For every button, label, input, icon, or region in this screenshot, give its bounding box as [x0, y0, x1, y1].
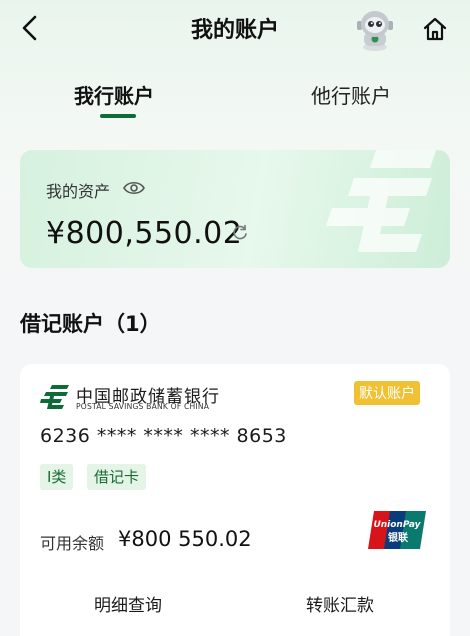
my-assets-label: 我的资产 [46, 182, 111, 201]
postal-logo-watermark-icon [326, 150, 436, 252]
home-button[interactable] [418, 12, 452, 46]
robot-assistant-icon [357, 11, 393, 51]
total-assets-amount: ¥800,550.02 [46, 216, 243, 251]
svg-text:银联: 银联 [388, 531, 408, 544]
available-balance-label: 可用余额 [40, 534, 105, 553]
card-number: 6236 **** **** **** 8653 [40, 425, 287, 447]
postal-bank-logo-icon [40, 385, 69, 409]
card-type-tag: 借记卡 [87, 464, 147, 490]
svg-text:UnionPay: UnionPay [373, 520, 421, 530]
transfer-button[interactable]: 转账汇款 [306, 591, 374, 616]
available-balance-value: ¥800 550.02 [118, 527, 252, 551]
default-account-badge: 默认账户 [354, 381, 420, 405]
bank-name-english: POSTAL SAVINGS BANK OF CHINA [76, 402, 210, 411]
transaction-details-button[interactable]: 明细查询 [94, 591, 162, 616]
eye-icon [123, 181, 145, 195]
unionpay-logo-icon: UnionPay 银联 [368, 511, 426, 549]
refresh-assets-button[interactable] [231, 224, 249, 242]
refresh-icon [233, 224, 247, 240]
robot-assistant-button[interactable] [352, 6, 398, 52]
toggle-visibility-button[interactable] [122, 178, 146, 198]
tab-my-bank-accounts[interactable]: 我行账户 [74, 80, 154, 109]
page-title: 我的账户 [190, 18, 279, 43]
tab-other-bank-accounts[interactable]: 他行账户 [311, 80, 391, 109]
home-icon [423, 17, 447, 41]
active-tab-indicator [100, 114, 136, 118]
debit-accounts-heading: 借记账户（1） [20, 312, 161, 336]
account-class-tag: I类 [40, 464, 74, 490]
